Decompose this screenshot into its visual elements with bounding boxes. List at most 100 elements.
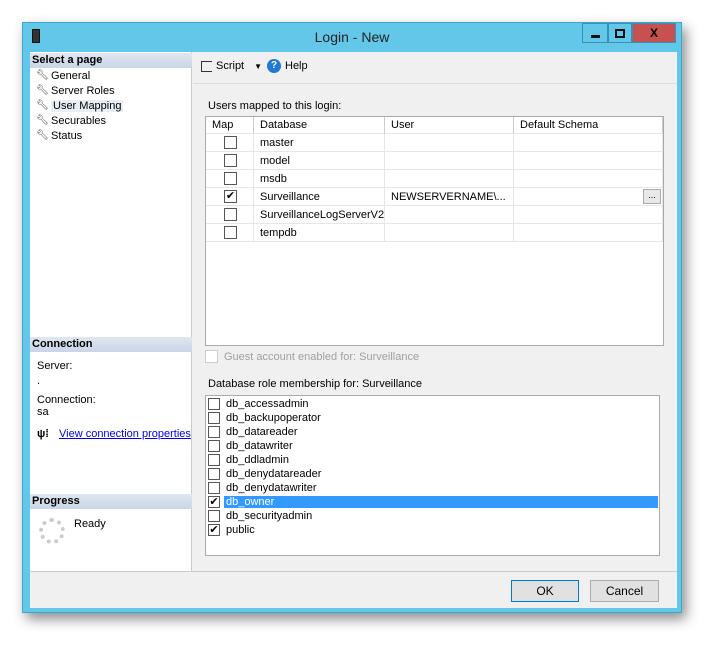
view-connection-properties-link[interactable]: View connection properties	[59, 428, 191, 440]
schema-cell[interactable]	[514, 206, 663, 224]
chevron-down-icon: ▼	[254, 61, 263, 71]
table-row[interactable]: SurveillanceLogServerV2	[206, 206, 663, 224]
role-name: db_securityadmin	[226, 510, 313, 522]
user-cell[interactable]: NEWSERVERNAME\...	[385, 188, 514, 206]
role-item-db_denydatareader[interactable]: db_denydatareader	[208, 467, 658, 481]
map-checkbox[interactable]	[224, 154, 237, 167]
role-checkbox[interactable]: ✔	[208, 496, 220, 508]
map-cell[interactable]: ✔	[206, 188, 254, 206]
role-checkbox[interactable]	[208, 398, 220, 410]
map-checkbox[interactable]: ✔	[224, 190, 237, 203]
role-name: db_accessadmin	[226, 398, 309, 410]
role-name: db_owner	[224, 496, 658, 508]
role-name: db_backupoperator	[226, 412, 321, 424]
user-cell[interactable]	[385, 152, 514, 170]
table-row[interactable]: msdb	[206, 170, 663, 188]
map-cell[interactable]	[206, 170, 254, 188]
guest-account-checkbox: Guest account enabled for: Surveillance	[205, 350, 419, 363]
role-checkbox[interactable]: ✔	[208, 524, 220, 536]
help-button[interactable]: ? Help	[267, 59, 308, 73]
column-header-map[interactable]: Map	[206, 117, 254, 134]
minimize-button[interactable]	[582, 23, 608, 43]
database-cell: Surveillance	[254, 188, 385, 206]
cancel-button[interactable]: Cancel	[590, 580, 659, 602]
help-label: Help	[285, 60, 308, 72]
role-list[interactable]: db_accessadmin db_backupoperator db_datare…	[205, 395, 660, 556]
database-cell: tempdb	[254, 224, 385, 242]
role-item-public[interactable]: ✔ public	[208, 523, 658, 537]
sidebar-item-server-roles[interactable]: 🔧︎ Server Roles	[36, 83, 115, 98]
wrench-icon: 🔧︎	[36, 69, 49, 81]
role-item-db_backupoperator[interactable]: db_backupoperator	[208, 411, 658, 425]
map-checkbox[interactable]	[224, 136, 237, 149]
map-checkbox[interactable]	[224, 172, 237, 185]
role-checkbox[interactable]	[208, 468, 220, 480]
connection-value: sa	[37, 406, 49, 418]
sidebar-item-general[interactable]: 🔧︎ General	[36, 68, 90, 83]
role-checkbox[interactable]	[208, 482, 220, 494]
schema-cell[interactable]	[514, 134, 663, 152]
role-item-db_owner[interactable]: ✔ db_owner	[208, 495, 658, 509]
database-cell: master	[254, 134, 385, 152]
server-label: Server:	[37, 360, 73, 372]
progress-status: Ready	[74, 518, 106, 530]
browse-schema-button[interactable]: ...	[643, 189, 661, 204]
login-dialog: Login - New X Select a page 🔧︎ General 🔧︎ S…	[22, 22, 682, 613]
role-checkbox[interactable]	[208, 510, 220, 522]
column-header-database[interactable]: Database	[254, 117, 385, 134]
sidebar-item-label: User Mapping	[51, 99, 124, 112]
role-item-db_ddladmin[interactable]: db_ddladmin	[208, 453, 658, 467]
role-item-db_datawriter[interactable]: db_datawriter	[208, 439, 658, 453]
table-row[interactable]: master	[206, 134, 663, 152]
database-cell: SurveillanceLogServerV2	[254, 206, 385, 224]
schema-cell[interactable]	[514, 188, 663, 206]
ok-button[interactable]: OK	[511, 580, 579, 602]
role-checkbox[interactable]	[208, 440, 220, 452]
role-name: db_denydatawriter	[226, 482, 317, 494]
role-item-db_securityadmin[interactable]: db_securityadmin	[208, 509, 658, 523]
help-icon: ?	[267, 59, 281, 73]
schema-cell[interactable]	[514, 224, 663, 242]
role-item-db_datareader[interactable]: db_datareader	[208, 425, 658, 439]
role-item-db_denydatawriter[interactable]: db_denydatawriter	[208, 481, 658, 495]
minimize-icon	[590, 34, 600, 38]
map-checkbox[interactable]	[224, 226, 237, 239]
script-button[interactable]: Script ▼	[201, 60, 262, 72]
user-cell[interactable]	[385, 134, 514, 152]
schema-cell[interactable]	[514, 152, 663, 170]
connection-header: Connection	[30, 337, 192, 352]
table-row[interactable]: tempdb	[206, 224, 663, 242]
role-name: db_ddladmin	[226, 454, 289, 466]
wrench-icon: 🔧︎	[36, 99, 49, 111]
role-item-db_accessadmin[interactable]: db_accessadmin	[208, 397, 658, 411]
user-cell[interactable]	[385, 224, 514, 242]
map-cell[interactable]	[206, 134, 254, 152]
progress-header: Progress	[30, 494, 192, 509]
plug-icon: ψ⁞	[37, 428, 49, 440]
wrench-icon: 🔧︎	[36, 129, 49, 141]
progress-spinner-icon	[39, 518, 65, 544]
connection-label: Connection:	[37, 394, 96, 406]
map-cell[interactable]	[206, 206, 254, 224]
table-row[interactable]: model	[206, 152, 663, 170]
user-cell[interactable]	[385, 206, 514, 224]
role-checkbox[interactable]	[208, 426, 220, 438]
sidebar-item-securables[interactable]: 🔧︎ Securables	[36, 113, 106, 128]
sidebar-item-status[interactable]: 🔧︎ Status	[36, 128, 82, 143]
column-header-default-schema[interactable]: Default Schema	[514, 117, 663, 134]
schema-cell[interactable]	[514, 170, 663, 188]
wrench-icon: 🔧︎	[36, 84, 49, 96]
users-mapped-label: Users mapped to this login:	[208, 100, 342, 112]
role-checkbox[interactable]	[208, 412, 220, 424]
table-row[interactable]: ✔ Surveillance NEWSERVERNAME\... ...	[206, 188, 663, 206]
column-header-user[interactable]: User	[385, 117, 514, 134]
map-checkbox[interactable]	[224, 208, 237, 221]
user-cell[interactable]	[385, 170, 514, 188]
sidebar-item-user-mapping[interactable]: 🔧︎ User Mapping	[36, 98, 124, 113]
close-button[interactable]: X	[632, 23, 676, 43]
maximize-button[interactable]	[608, 23, 632, 43]
role-checkbox[interactable]	[208, 454, 220, 466]
select-page-header: Select a page	[30, 53, 192, 68]
map-cell[interactable]	[206, 152, 254, 170]
map-cell[interactable]	[206, 224, 254, 242]
